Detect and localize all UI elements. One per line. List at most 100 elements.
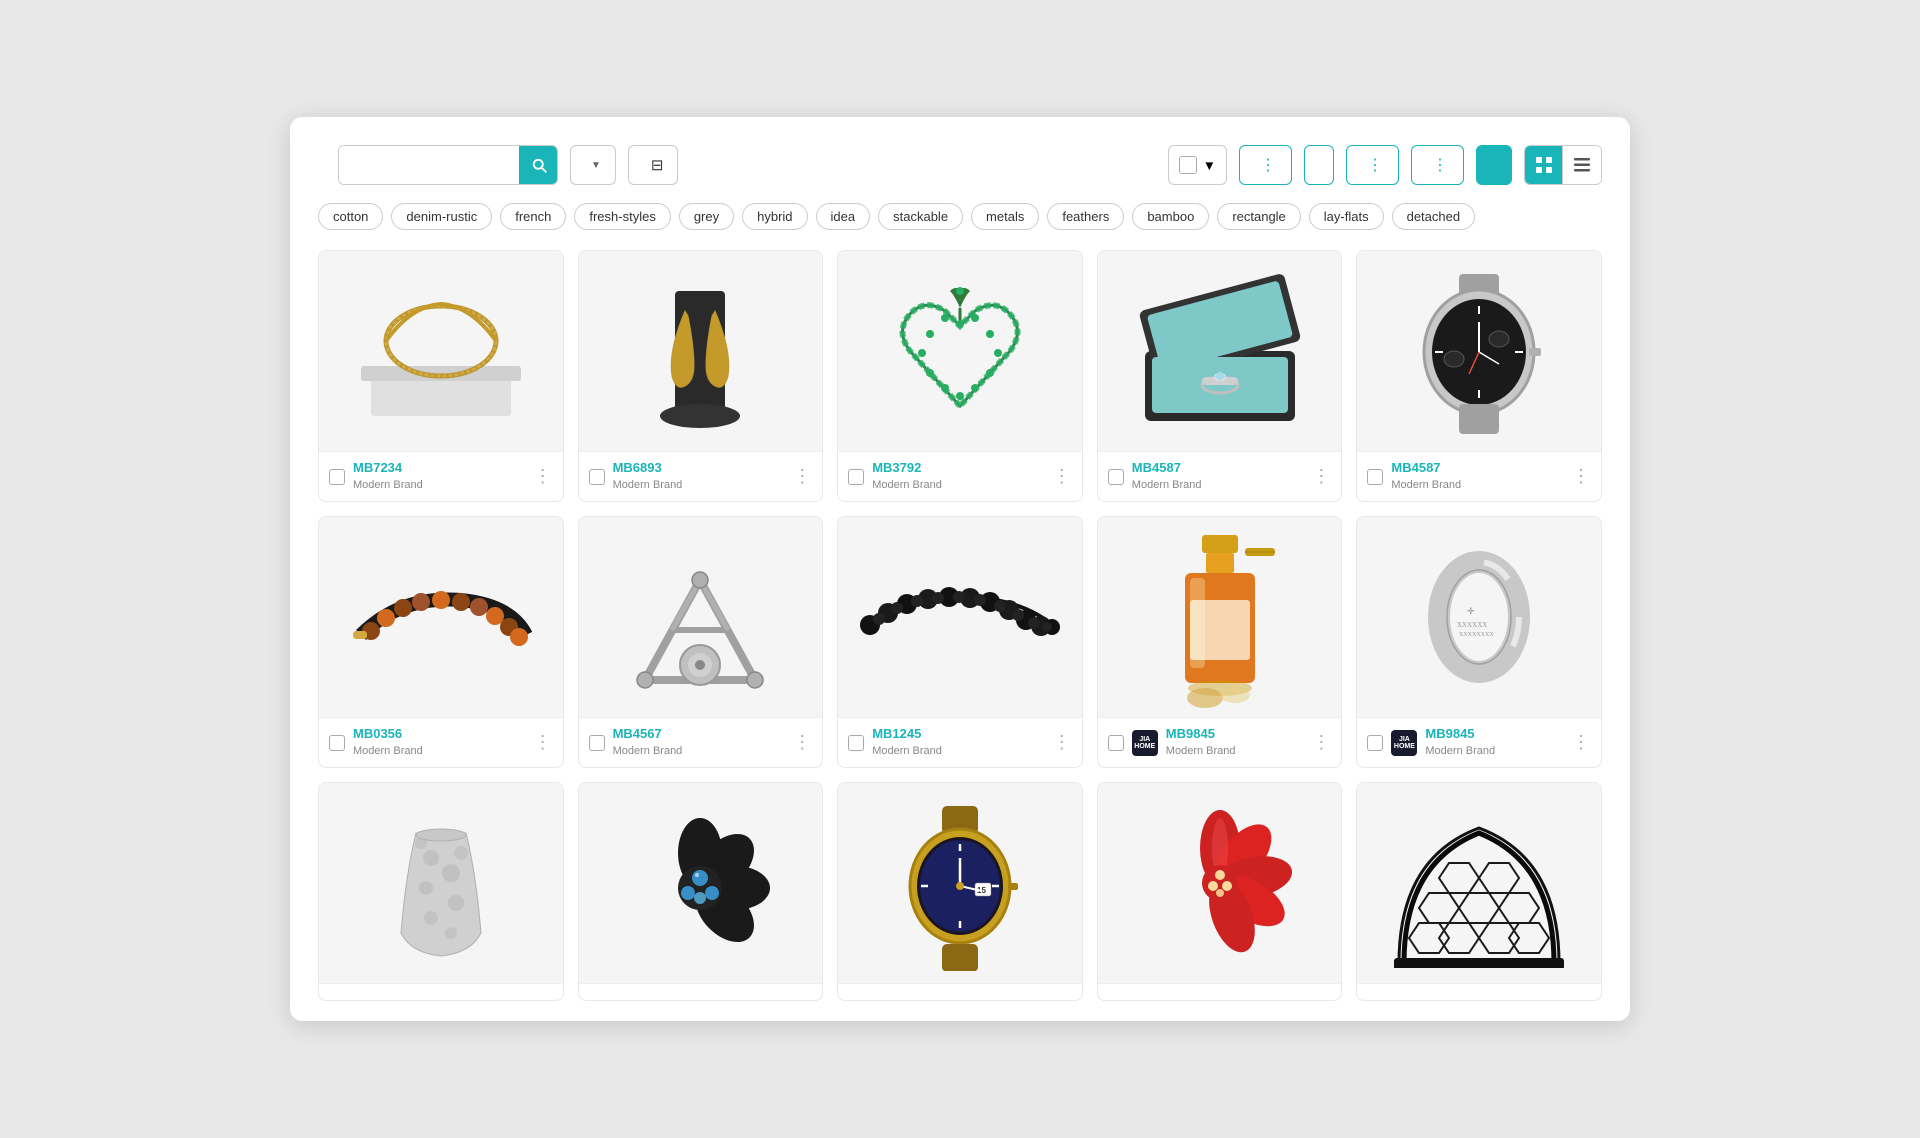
tag-chip-bamboo[interactable]: bamboo	[1132, 203, 1209, 230]
product-image	[579, 517, 823, 717]
product-menu-button[interactable]: ⋮	[534, 466, 553, 487]
product-id[interactable]: MB4567	[613, 726, 786, 741]
product-image	[319, 251, 563, 451]
dots-icon: ⋮	[1367, 155, 1384, 175]
tag-chip-feathers[interactable]: feathers	[1047, 203, 1124, 230]
product-checkbox[interactable]	[329, 469, 345, 485]
product-brand: Modern Brand	[872, 479, 942, 491]
product-image	[579, 251, 823, 451]
product-info: MB4567 Modern Brand	[613, 726, 786, 759]
product-checkbox[interactable]	[1108, 735, 1124, 751]
tag-chip-stackable[interactable]: stackable	[878, 203, 963, 230]
product-checkbox[interactable]	[1367, 735, 1383, 751]
list-icon	[1574, 157, 1590, 173]
product-image	[579, 783, 823, 983]
product-card: MB6893 Modern Brand ⋮	[578, 250, 824, 502]
product-info: MB4587Modern Brand	[1391, 460, 1564, 493]
product-id[interactable]: MB9845	[1425, 726, 1564, 741]
product-grid: MB7234Modern Brand⋮ MB6893Modern Brand⋮ …	[318, 250, 1602, 1001]
tags-row: cotton denim-rustic french fresh-styles grey…	[318, 203, 1602, 230]
product-id[interactable]: MB1245	[872, 726, 1045, 741]
product-brand: Modern Brand	[353, 745, 423, 757]
product-checkbox[interactable]	[848, 469, 864, 485]
product-checkbox[interactable]	[1108, 469, 1124, 485]
tag-chip-metals[interactable]: metals	[971, 203, 1039, 230]
product-checkbox[interactable]	[589, 469, 605, 485]
product-checkbox[interactable]	[329, 735, 345, 751]
sell-button[interactable]: ⋮	[1411, 145, 1464, 185]
tag-chip-french[interactable]: french	[500, 203, 566, 230]
product-card: JIAHOME MB9845Modern Brand ⋮	[1097, 516, 1343, 768]
search-button[interactable]	[519, 145, 558, 185]
product-menu-button[interactable]: ⋮	[793, 466, 812, 487]
grid-view-button[interactable]	[1525, 146, 1563, 184]
product-footer	[1098, 983, 1342, 1000]
tag-button[interactable]	[1304, 145, 1334, 185]
tag-chip-cotton[interactable]: cotton	[318, 203, 383, 230]
product-menu-button[interactable]: ⋮	[793, 732, 812, 753]
product-menu-button[interactable]: ⋮	[534, 732, 553, 753]
product-menu-button[interactable]: ⋮	[1312, 732, 1331, 753]
product-brand: Modern Brand	[1425, 745, 1495, 757]
tag-chip-hybrid[interactable]: hybrid	[742, 203, 807, 230]
product-card	[578, 782, 824, 1001]
product-card: MB4567 Modern Brand ⋮	[578, 516, 824, 768]
product-menu-button[interactable]: ⋮	[1053, 732, 1072, 753]
product-footer	[1357, 983, 1601, 1000]
product-footer	[579, 983, 823, 1000]
select-all-checkbox[interactable]: ▼	[1168, 145, 1227, 185]
product-image	[319, 783, 563, 983]
product-card: MB0356 Modern Brand ⋮	[318, 516, 564, 768]
tag-chip-grey[interactable]: grey	[679, 203, 734, 230]
product-id[interactable]: MB7234	[353, 460, 526, 475]
create-product-button[interactable]	[1476, 145, 1512, 185]
product-brand: Modern Brand	[613, 479, 683, 491]
search-input[interactable]	[339, 146, 519, 184]
product-brand: Modern Brand	[613, 745, 683, 757]
brand-logo: JIAHOME	[1132, 730, 1158, 756]
tag-chip-detached[interactable]: detached	[1392, 203, 1476, 230]
product-checkbox[interactable]	[848, 735, 864, 751]
product-card: MB3792 Modern Brand ⋮	[837, 250, 1083, 502]
product-footer: JIAHOMEMB9845Modern Brand⋮	[1357, 717, 1601, 767]
tag-chip-fresh-styles[interactable]: fresh-styles	[574, 203, 670, 230]
tag-chip-idea[interactable]: idea	[816, 203, 871, 230]
product-footer: MB4587Modern Brand ⋮	[1357, 451, 1601, 501]
product-menu-button[interactable]: ⋮	[1312, 466, 1331, 487]
tag-chip-lay-flats[interactable]: lay-flats	[1309, 203, 1384, 230]
product-info: MB9845Modern Brand	[1166, 726, 1305, 759]
filter-button[interactable]: ⊟	[628, 145, 679, 185]
product-id[interactable]: MB0356	[353, 726, 526, 741]
product-id[interactable]: MB3792	[872, 460, 1045, 475]
more-button[interactable]: ⋮	[1239, 145, 1292, 185]
product-footer: MB3792 Modern Brand ⋮	[838, 451, 1082, 501]
buy-button[interactable]: ⋮	[1346, 145, 1399, 185]
product-checkbox[interactable]	[589, 735, 605, 751]
product-id[interactable]: MB4587	[1391, 460, 1564, 475]
svg-text:✛: ✛	[1467, 606, 1475, 616]
product-info: MB1245Modern Brand	[872, 726, 1045, 759]
product-footer: MB4587Modern Brand⋮	[1098, 451, 1342, 501]
tag-chip-rectangle[interactable]: rectangle	[1217, 203, 1300, 230]
product-image	[1098, 517, 1342, 717]
product-menu-button[interactable]: ⋮	[1572, 466, 1591, 487]
list-view-button[interactable]	[1563, 146, 1601, 184]
product-checkbox[interactable]	[1367, 469, 1383, 485]
product-footer: MB7234Modern Brand⋮	[319, 451, 563, 501]
dots-icon: ⋮	[1432, 155, 1449, 175]
product-card: MB7234Modern Brand⋮	[318, 250, 564, 502]
product-image	[319, 517, 563, 717]
product-menu-button[interactable]: ⋮	[1053, 466, 1072, 487]
product-id[interactable]: MB4587	[1132, 460, 1305, 475]
product-footer: MB6893 Modern Brand ⋮	[579, 451, 823, 501]
product-id[interactable]: MB6893	[613, 460, 786, 475]
tag-chip-denim-rustic[interactable]: denim-rustic	[391, 203, 492, 230]
product-info: MB3792 Modern Brand	[872, 460, 1045, 493]
all-dropdown[interactable]: ▼	[570, 145, 616, 185]
header: ▼ ⊟ ▼ ⋮ ⋮ ⋮	[318, 145, 1602, 185]
product-menu-button[interactable]: ⋮	[1572, 732, 1591, 753]
product-footer: MB0356 Modern Brand ⋮	[319, 717, 563, 767]
product-image	[1357, 251, 1601, 451]
dots-icon: ⋮	[1260, 155, 1277, 175]
product-id[interactable]: MB9845	[1166, 726, 1305, 741]
